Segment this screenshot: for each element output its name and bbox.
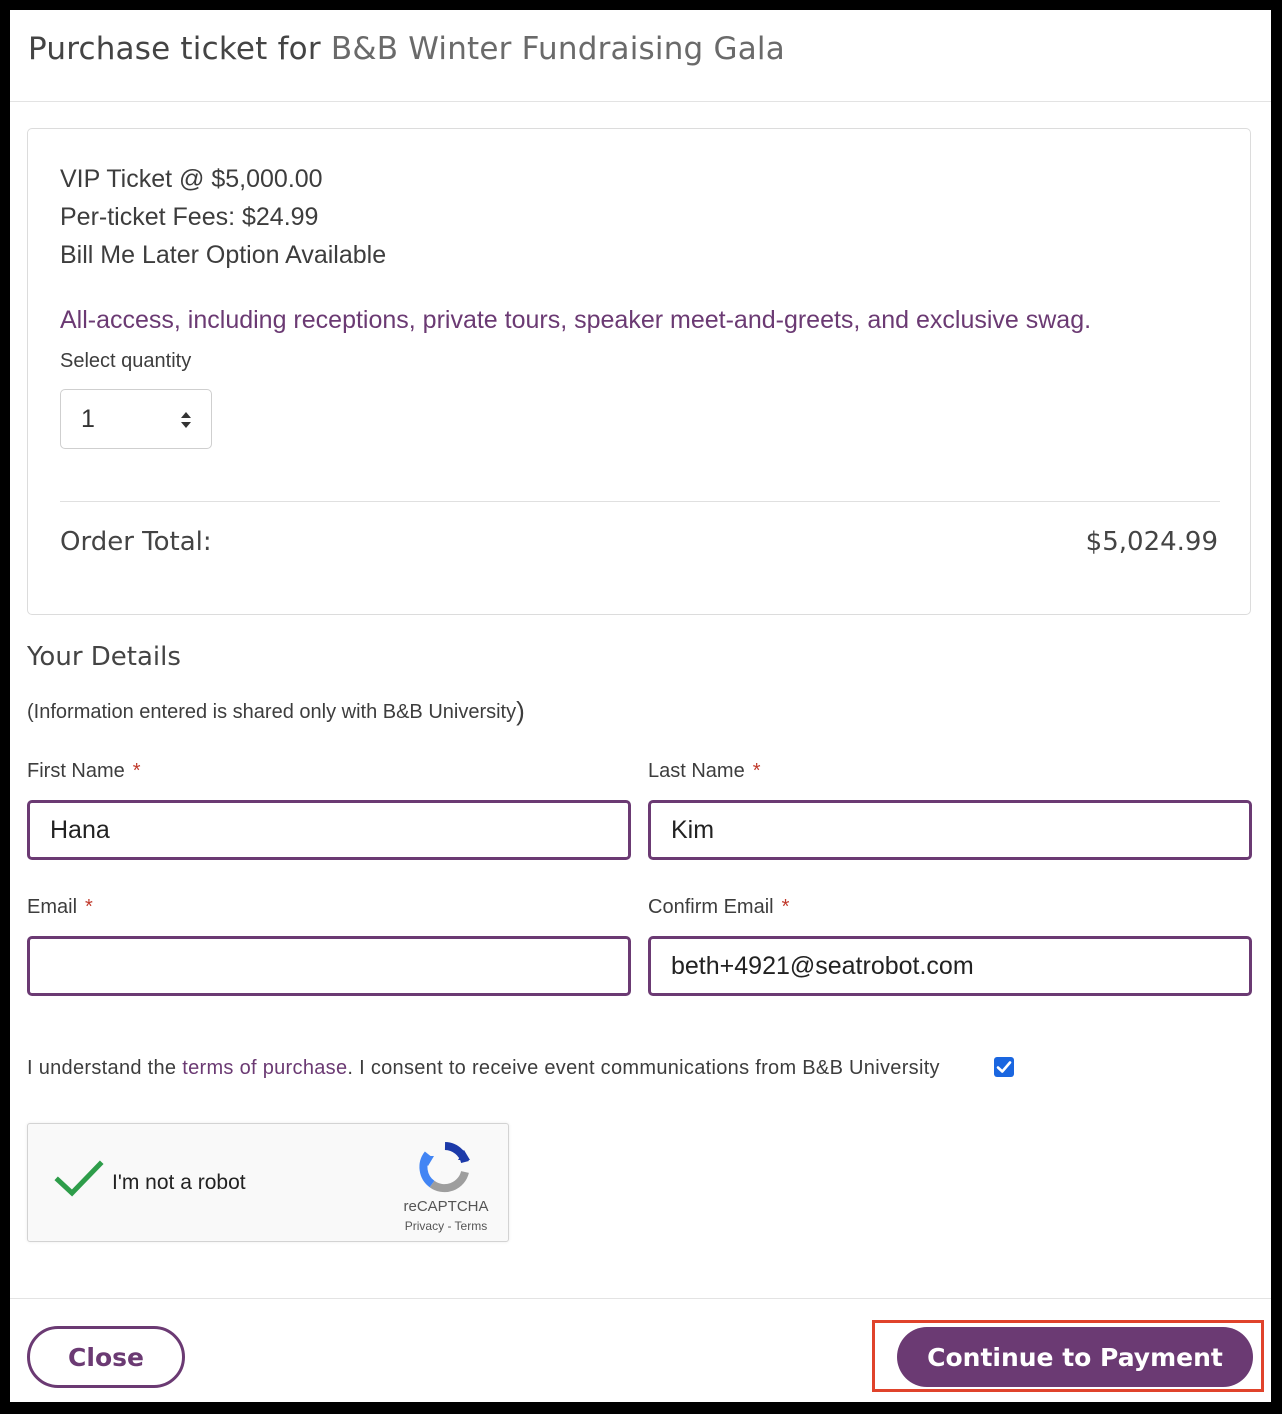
note-close-paren: ) xyxy=(516,696,525,726)
close-button[interactable]: Close xyxy=(27,1326,185,1388)
note-text: Information entered is shared only with … xyxy=(33,701,517,723)
bill-later-note: Bill Me Later Option Available xyxy=(60,241,387,269)
required-mark: * xyxy=(752,760,761,782)
continue-to-payment-button[interactable]: Continue to Payment xyxy=(897,1327,1253,1387)
purchase-modal: Purchase ticket for B&B Winter Fundraisi… xyxy=(10,10,1271,1402)
order-total-label: Order Total: xyxy=(60,527,212,557)
required-mark: * xyxy=(781,896,790,918)
note-open-paren: ( xyxy=(27,701,34,723)
quantity-select[interactable]: 1 xyxy=(60,389,212,449)
quantity-value: 1 xyxy=(81,405,95,433)
email-label: Email * xyxy=(27,896,93,919)
details-heading: Your Details xyxy=(27,642,181,672)
required-mark: * xyxy=(132,760,141,782)
last-name-input[interactable] xyxy=(648,800,1252,860)
email-label-text: Email xyxy=(27,896,78,918)
last-name-label-text: Last Name xyxy=(648,760,745,782)
recaptcha-logo-icon xyxy=(419,1142,470,1193)
details-note: (Information entered is shared only with… xyxy=(27,694,525,726)
first-name-input[interactable] xyxy=(27,800,631,860)
modal-header: Purchase ticket for B&B Winter Fundraisi… xyxy=(10,10,1271,102)
consent-checkbox[interactable] xyxy=(994,1057,1014,1077)
modal-title: Purchase ticket for B&B Winter Fundraisi… xyxy=(28,31,785,67)
consent-prefix: I understand the xyxy=(27,1057,183,1079)
email-input[interactable] xyxy=(27,936,631,996)
checkmark-icon xyxy=(996,1061,1012,1073)
consent-text: I understand the terms of purchase. I co… xyxy=(27,1057,940,1080)
select-arrows-icon xyxy=(181,412,191,428)
event-name: B&B Winter Fundraising Gala xyxy=(330,31,785,67)
captcha-brand: reCAPTCHA xyxy=(403,1198,489,1215)
divider xyxy=(60,501,1220,502)
last-name-label: Last Name * xyxy=(648,760,761,783)
consent-suffix: . I consent to receive event communicati… xyxy=(347,1057,940,1079)
order-total-value: $5,024.99 xyxy=(1085,527,1218,557)
terms-of-purchase-link[interactable]: terms of purchase xyxy=(182,1057,347,1079)
confirm-email-label-text: Confirm Email xyxy=(648,896,774,918)
confirm-email-label: Confirm Email * xyxy=(648,896,789,919)
quantity-label: Select quantity xyxy=(60,350,192,372)
captcha-label: I'm not a robot xyxy=(112,1171,246,1194)
captcha-privacy-terms[interactable]: Privacy - Terms xyxy=(388,1219,504,1233)
ticket-card: VIP Ticket @ $5,000.00 Per-ticket Fees: … xyxy=(27,128,1251,615)
required-mark: * xyxy=(85,896,93,918)
first-name-label: First Name * xyxy=(27,760,141,783)
ticket-description: All-access, including receptions, privat… xyxy=(60,306,1092,334)
modal-footer: Close Continue to Payment xyxy=(10,1298,1271,1402)
captcha-checkmark-icon[interactable] xyxy=(54,1159,104,1199)
ticket-fees: Per-ticket Fees: $24.99 xyxy=(60,203,319,231)
title-prefix: Purchase ticket for xyxy=(28,31,331,67)
ticket-price: VIP Ticket @ $5,000.00 xyxy=(60,165,323,193)
confirm-email-input[interactable] xyxy=(648,936,1252,996)
recaptcha-widget: I'm not a robot reCAPTCHA Privacy - Term… xyxy=(27,1123,509,1242)
first-name-label-text: First Name xyxy=(27,760,125,782)
